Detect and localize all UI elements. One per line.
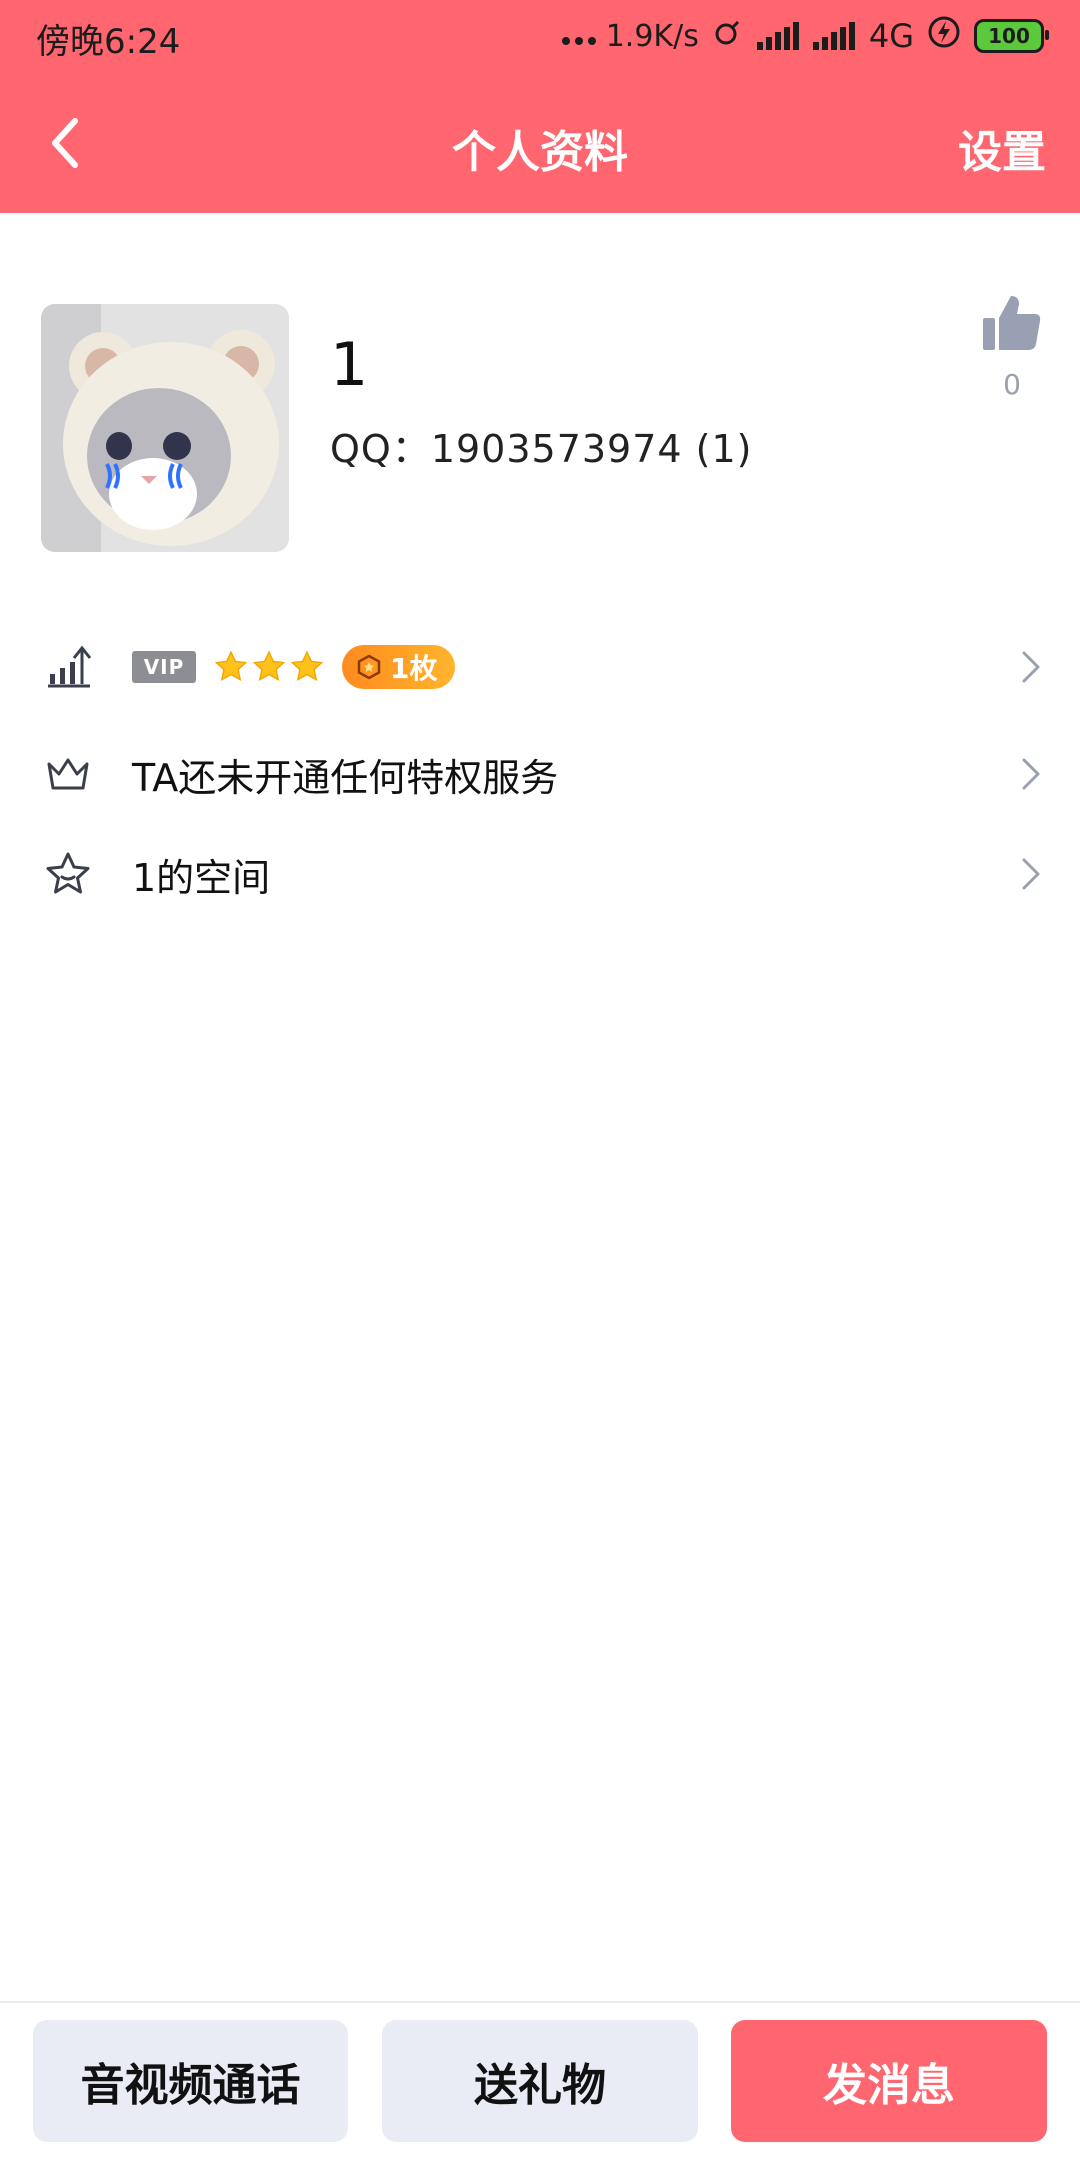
thumbs-up-icon (983, 296, 1041, 350)
profile-name: 1 (330, 330, 369, 400)
medal-icon (357, 654, 381, 680)
vip-badge: VIP (132, 651, 196, 683)
level-chart-icon (42, 641, 94, 693)
chevron-right-icon (1016, 754, 1046, 794)
vip-info: VIP 1枚 (132, 645, 456, 689)
space-text: 1的空间 (132, 855, 271, 900)
send-gift-button[interactable]: 送礼物 (382, 2020, 698, 2142)
status-indicators: 1.9K/s 4G 100 (561, 12, 1049, 60)
status-bar: 傍晚6:24 1.9K/s 4G 100 (0, 0, 1080, 72)
star-outline-icon (42, 848, 94, 900)
net-speed: 1.9K/s (605, 18, 699, 54)
like-count: 0 (1003, 368, 1021, 401)
avatar[interactable] (41, 304, 289, 552)
battery-icon: 100 (974, 19, 1049, 53)
level-stars (214, 650, 324, 684)
level-row[interactable]: VIP 1枚 (0, 617, 1080, 717)
star-icon (252, 650, 286, 681)
settings-button[interactable]: 设置 (958, 116, 1046, 180)
chevron-right-icon (1016, 647, 1046, 687)
qq-number: QQ：1903573974 (1) (330, 427, 753, 471)
video-call-button[interactable]: 音视频通话 (33, 2020, 348, 2142)
send-message-button[interactable]: 发消息 (731, 2020, 1047, 2142)
top-bar: 傍晚6:24 1.9K/s 4G 100 个人资料 设置 (0, 0, 1080, 213)
space-row[interactable]: 1的空间 (0, 824, 1080, 924)
privilege-text: TA还未开通任何特权服务 (132, 755, 559, 800)
like-button[interactable]: 0 (972, 292, 1052, 412)
medal-badge: 1枚 (342, 645, 456, 689)
chevron-right-icon (1016, 854, 1046, 894)
bottom-divider (0, 2001, 1080, 2003)
signal-icon-2 (812, 22, 855, 50)
link-icon (713, 17, 743, 55)
cat-avatar-image (41, 304, 289, 552)
dots-icon (561, 23, 596, 49)
page-title: 个人资料 (452, 127, 628, 178)
status-time: 傍晚6:24 (36, 22, 181, 62)
header: 个人资料 设置 (0, 72, 1080, 213)
star-icon (290, 650, 324, 681)
charging-icon (928, 16, 960, 56)
privilege-row[interactable]: TA还未开通任何特权服务 (0, 724, 1080, 824)
network-type: 4G (868, 17, 914, 55)
crown-icon (42, 748, 94, 800)
signal-icon (756, 22, 799, 50)
medal-count: 1枚 (390, 652, 438, 685)
star-icon (214, 650, 248, 681)
